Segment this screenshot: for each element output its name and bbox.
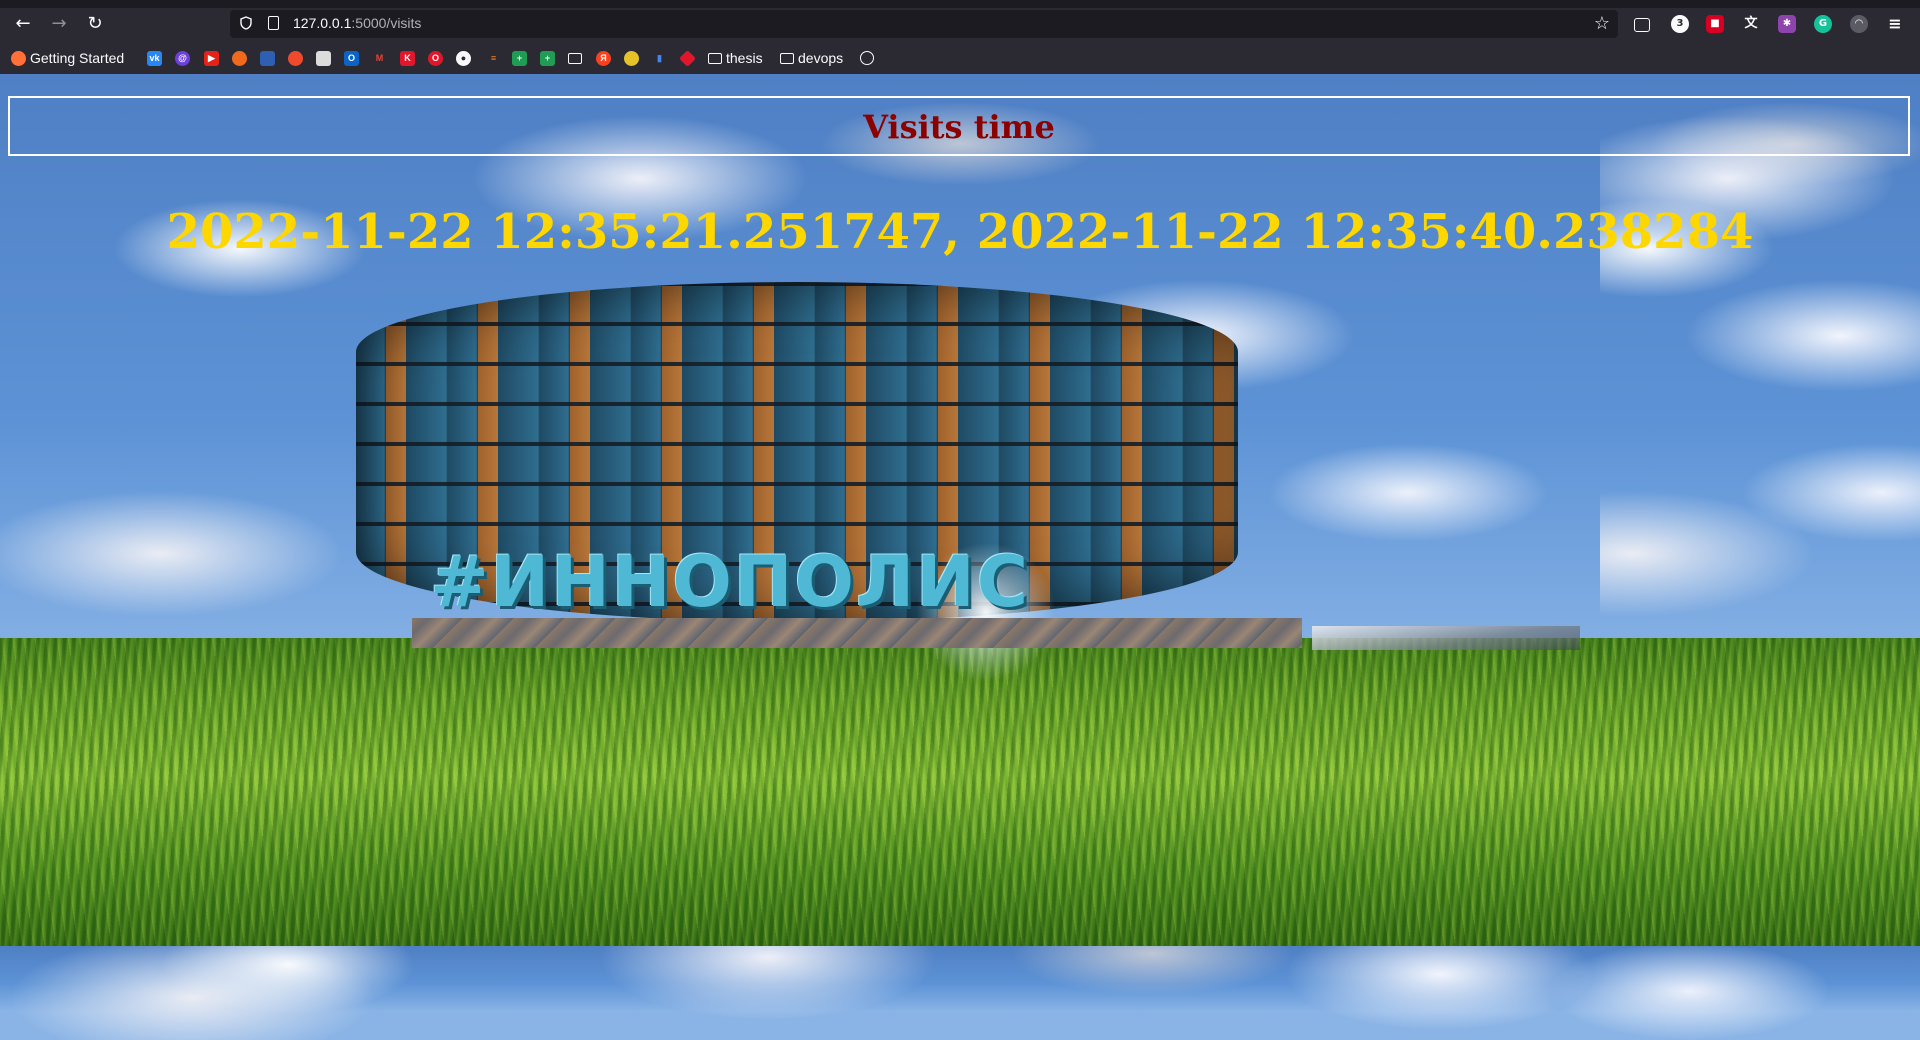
youtube-icon: ▶ <box>204 50 219 66</box>
translate-icon[interactable]: 文 <box>1742 15 1760 33</box>
outlook-icon: O <box>344 50 359 66</box>
reload-icon[interactable]: ↻ <box>83 12 107 36</box>
shield-icon[interactable] <box>240 16 252 30</box>
bookmark-gmail[interactable]: M <box>372 50 391 66</box>
bookmark-k[interactable]: K <box>400 50 419 66</box>
extension-counter-icon[interactable]: 3 <box>1671 15 1689 33</box>
stackoverflow-icon: ≡ <box>486 50 501 66</box>
yandex-icon: Я <box>596 50 611 66</box>
red-circle-icon <box>288 50 303 66</box>
bookmark-stack[interactable]: ≡ <box>486 50 505 66</box>
bookmark-label: Getting Started <box>30 50 125 66</box>
globe-icon <box>860 51 874 65</box>
bookmarks-bar: Getting Started vk @ ▶ O M K O ● ≡ + + Я… <box>0 44 1920 72</box>
tab-strip <box>0 0 1920 8</box>
bookmark-o[interactable]: O <box>428 50 447 66</box>
page-viewport: #ИННОПОЛИС Visits time 2022-11-22 12:35:… <box>0 74 1920 1040</box>
bookmark-blue[interactable] <box>260 50 279 66</box>
account-icon[interactable]: ◠ <box>1850 15 1868 33</box>
bookmark-globe-yellow[interactable] <box>624 50 643 66</box>
spreadsheet-icon: + <box>540 50 555 66</box>
extension-puzzle-icon[interactable]: ✱ <box>1778 15 1796 33</box>
grass <box>1600 638 1920 946</box>
url-host: 127.0.0.1 <box>293 15 352 31</box>
grammarly-icon[interactable]: G <box>1814 15 1832 33</box>
extension-badge: 3 <box>1676 18 1684 29</box>
visits-list: 2022-11-22 12:35:21.251747, 2022-11-22 1… <box>166 204 1754 260</box>
page-title: Visits time <box>863 108 1055 146</box>
folder-icon <box>780 52 794 64</box>
innopolis-sign: #ИННОПОЛИС <box>430 541 1031 623</box>
sky <box>0 946 1920 1040</box>
bookmark-youtube[interactable]: ▶ <box>204 50 223 66</box>
lock-extension-icon[interactable]: ■ <box>1706 15 1724 33</box>
bookmark-chart[interactable]: ▮ <box>652 50 671 66</box>
spreadsheet-icon: + <box>512 50 527 66</box>
bookmark-orange[interactable] <box>232 50 251 66</box>
bookmark-yandex[interactable]: Я <box>596 50 615 66</box>
bookmark-folder[interactable] <box>568 50 586 66</box>
bookmark-thesis[interactable]: thesis <box>708 50 763 66</box>
browser-chrome: ← → ↻ 127.0.0.1:5000/visits ☆ 3 ■ 文 ✱ G … <box>0 0 1920 74</box>
mail-icon: @ <box>175 50 190 66</box>
grass <box>0 638 1600 946</box>
bar-chart-icon: ▮ <box>652 50 667 66</box>
bookmark-doc[interactable] <box>316 50 335 66</box>
bookmark-label: devops <box>798 50 844 66</box>
bookmark-green-2[interactable]: + <box>540 50 559 66</box>
bookmark-vk[interactable]: vk <box>147 50 166 66</box>
duckduckgo-icon <box>232 50 247 66</box>
url-path: :5000/visits <box>351 15 422 31</box>
bookmark-green-1[interactable]: + <box>512 50 531 66</box>
bank-icon <box>260 50 275 66</box>
document-icon <box>316 50 331 66</box>
folder-icon <box>568 52 582 64</box>
menu-hamburger-icon[interactable]: ≡ <box>1886 15 1904 33</box>
bookmark-star-icon[interactable]: ☆ <box>1594 13 1610 34</box>
bookmark-mail[interactable]: @ <box>175 50 194 66</box>
github-icon: ● <box>456 50 471 66</box>
bookmark-globe[interactable] <box>860 50 878 66</box>
red-ring-icon: O <box>428 50 443 66</box>
globe-icon <box>624 50 639 66</box>
bookmark-red-circle[interactable] <box>288 50 307 66</box>
firefox-icon <box>11 50 26 66</box>
bookmark-github[interactable]: ● <box>456 50 475 66</box>
url-bar[interactable]: 127.0.0.1:5000/visits ☆ <box>230 10 1618 38</box>
bookmark-getting-started[interactable]: Getting Started <box>11 50 124 66</box>
kinopoisk-icon: K <box>400 50 415 66</box>
vk-icon: vk <box>147 50 162 66</box>
title-box: Visits time <box>8 96 1910 156</box>
diamond-icon <box>679 49 696 67</box>
forward-arrow-icon[interactable]: → <box>47 12 71 36</box>
folder-icon <box>708 52 722 64</box>
bookmark-diamond[interactable] <box>679 49 699 67</box>
page-icon <box>268 16 279 30</box>
gmail-icon: M <box>372 50 387 66</box>
bookmark-devops[interactable]: devops <box>780 50 843 66</box>
url-text[interactable]: 127.0.0.1:5000/visits <box>293 15 421 31</box>
navigation-bar: ← → ↻ 127.0.0.1:5000/visits ☆ 3 ■ 文 ✱ G … <box>0 8 1920 40</box>
ramp <box>1312 626 1580 650</box>
pocket-icon[interactable] <box>1634 18 1650 32</box>
background-image-repeat-bottom <box>0 946 1920 1040</box>
back-arrow-icon[interactable]: ← <box>11 12 35 36</box>
bookmark-label: thesis <box>726 50 763 66</box>
bookmark-outlook[interactable]: O <box>344 50 363 66</box>
